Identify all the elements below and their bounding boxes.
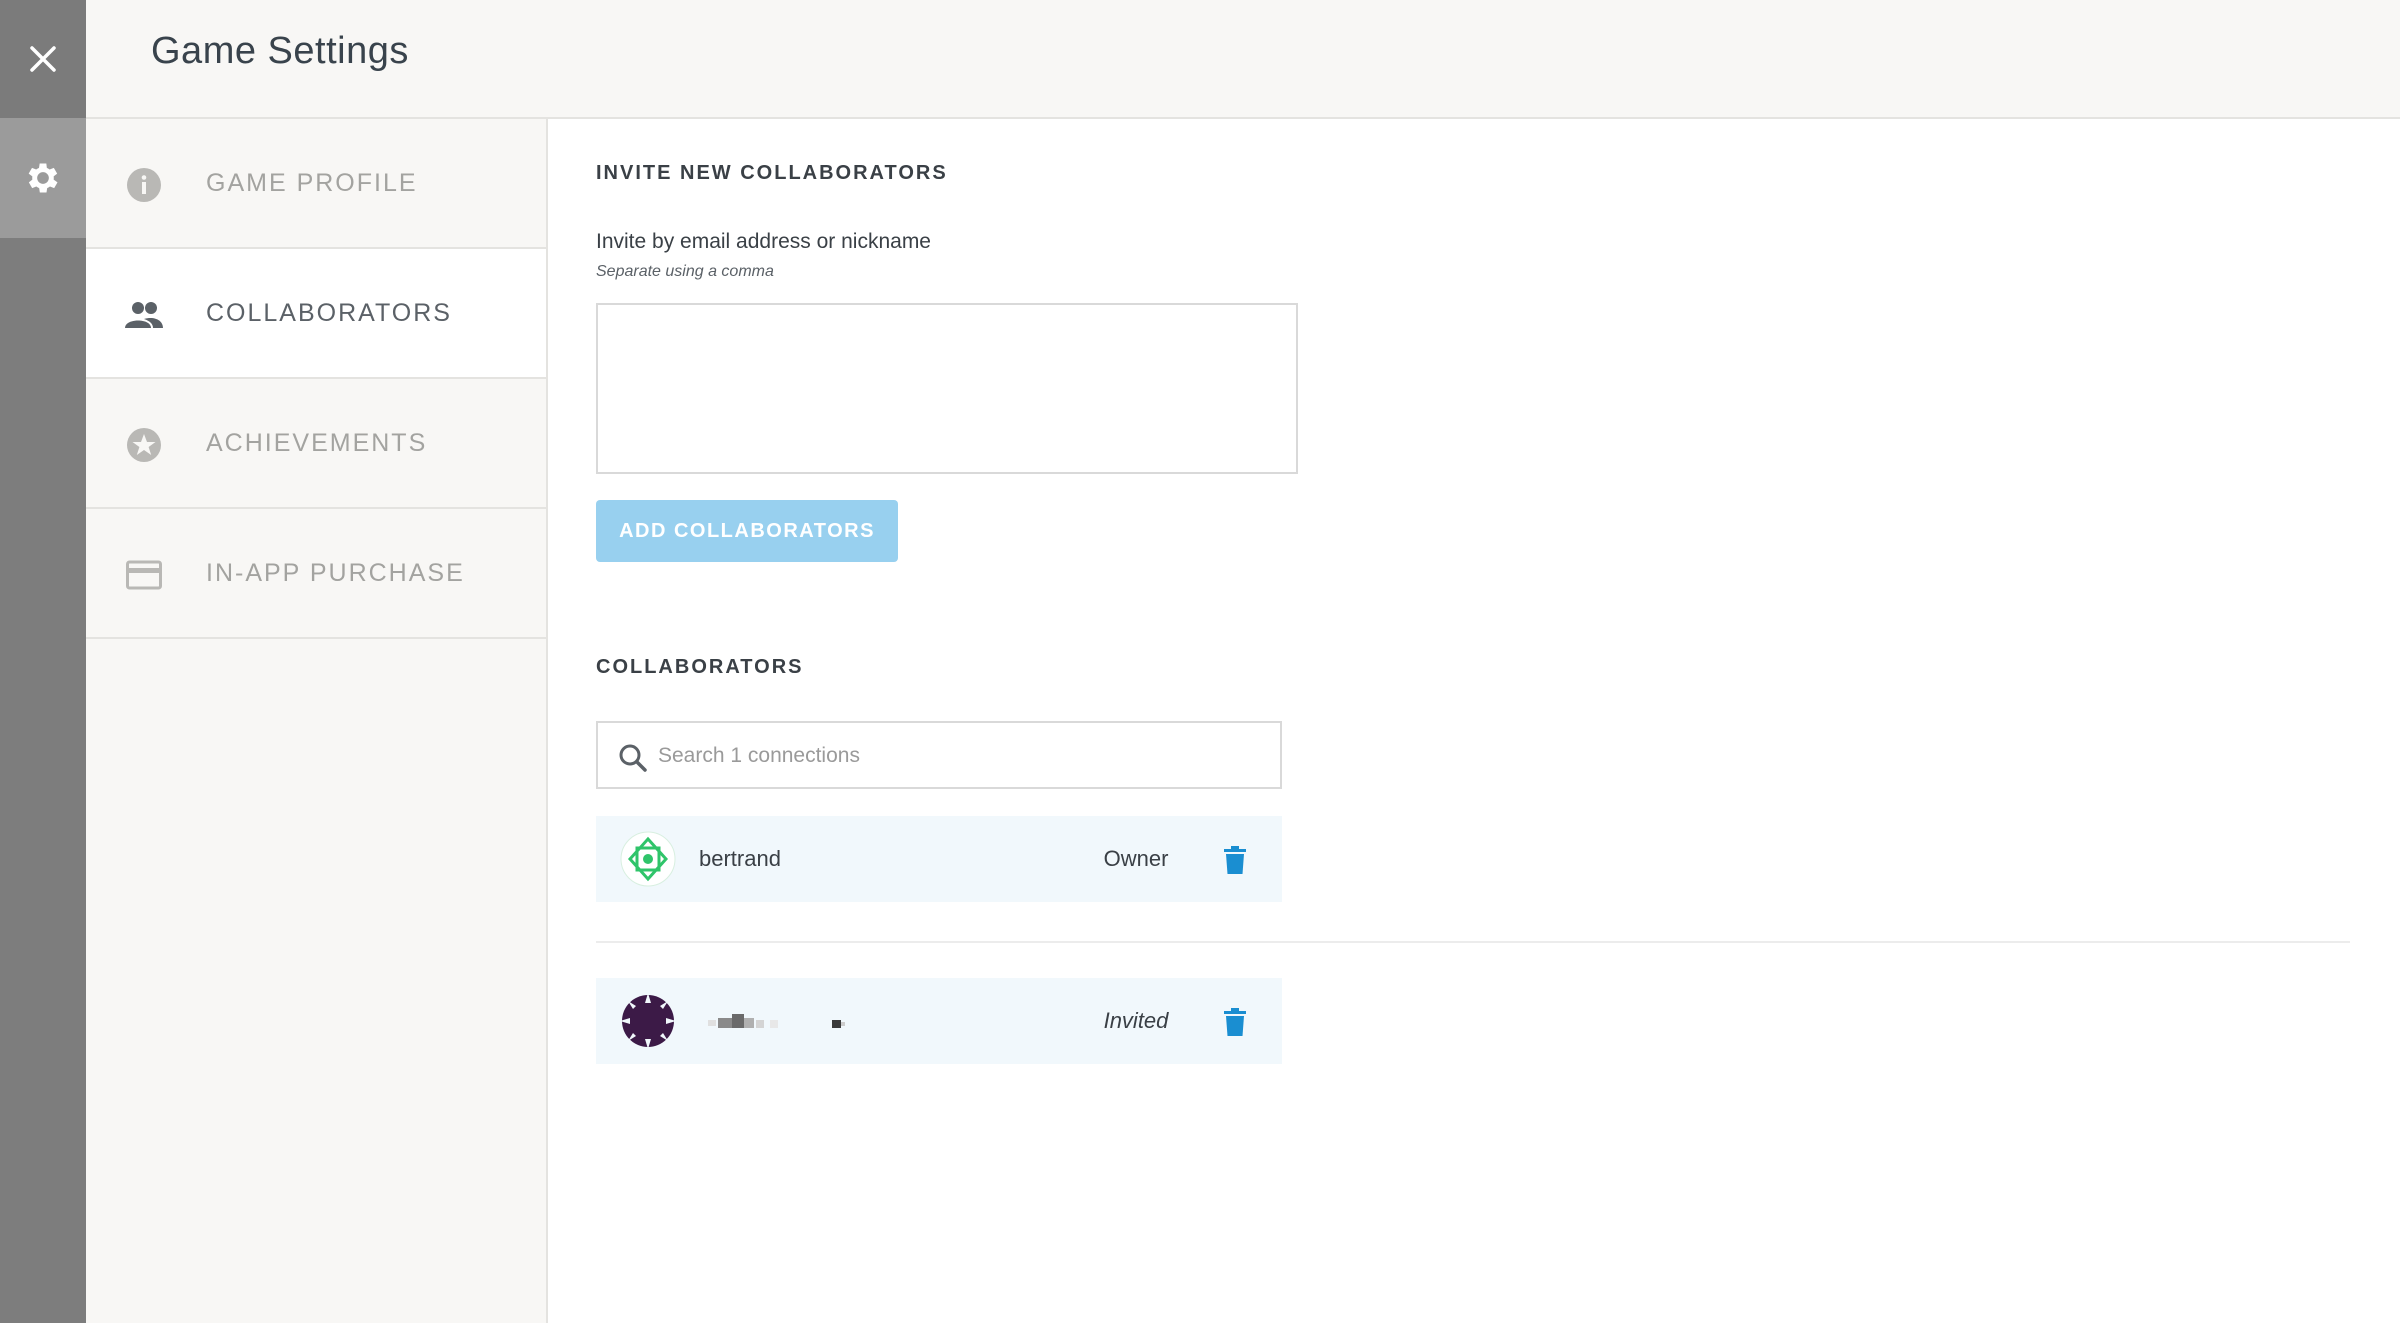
credit-card-icon [124, 555, 164, 595]
search-input[interactable] [658, 735, 1258, 777]
divider [596, 941, 2350, 943]
nav-label-game-profile: GAME PROFILE [206, 169, 418, 197]
settings-rail-item[interactable] [0, 118, 86, 238]
invite-hint: Separate using a comma [596, 263, 774, 280]
nav-label-collaborators: COLLABORATORS [206, 299, 452, 327]
collaborator-role: Owner [1103, 846, 1169, 871]
invite-label: Invite by email address or nickname [596, 230, 931, 253]
main-content: INVITE NEW COLLABORATORS Invite by email… [550, 119, 2400, 1323]
page-header: Game Settings [86, 0, 2400, 119]
avatar [620, 993, 676, 1049]
nav-item-achievements[interactable]: ACHIEVEMENTS [86, 379, 546, 509]
redacted-name [708, 1014, 845, 1028]
side-rail [0, 0, 86, 1323]
collaborator-row: Invited [596, 978, 1282, 1064]
nav-item-collaborators[interactable]: COLLABORATORS [86, 249, 546, 379]
nav-label-achievements: ACHIEVEMENTS [206, 429, 428, 457]
collaborator-search[interactable] [596, 721, 1282, 789]
add-collaborators-button[interactable]: ADD COLLABORATORS [596, 500, 898, 562]
close-icon [30, 46, 56, 72]
nav-item-game-profile[interactable]: GAME PROFILE [86, 119, 546, 249]
search-icon [619, 744, 647, 772]
settings-nav: GAME PROFILE COLLABORATORS ACHIEVEMENTS [86, 119, 548, 1323]
info-icon [124, 165, 164, 205]
page-title: Game Settings [151, 30, 409, 72]
invite-section-title: INVITE NEW COLLABORATORS [596, 162, 948, 184]
trash-icon[interactable] [1224, 846, 1246, 874]
nav-item-in-app-purchase[interactable]: IN-APP PURCHASE [86, 509, 546, 639]
star-badge-icon [124, 425, 164, 465]
avatar [620, 831, 676, 887]
collaborators-section-title: COLLABORATORS [596, 656, 804, 678]
trash-icon[interactable] [1224, 1008, 1246, 1036]
invite-textarea[interactable] [596, 303, 1298, 474]
gear-icon [28, 163, 58, 193]
close-button[interactable] [0, 0, 86, 118]
collaborator-name: bertrand [699, 846, 781, 871]
nav-label-in-app-purchase: IN-APP PURCHASE [206, 559, 465, 587]
collaborator-row: bertrand Owner [596, 816, 1282, 902]
people-icon [124, 295, 164, 335]
collaborator-role: Invited [1103, 1008, 1169, 1033]
